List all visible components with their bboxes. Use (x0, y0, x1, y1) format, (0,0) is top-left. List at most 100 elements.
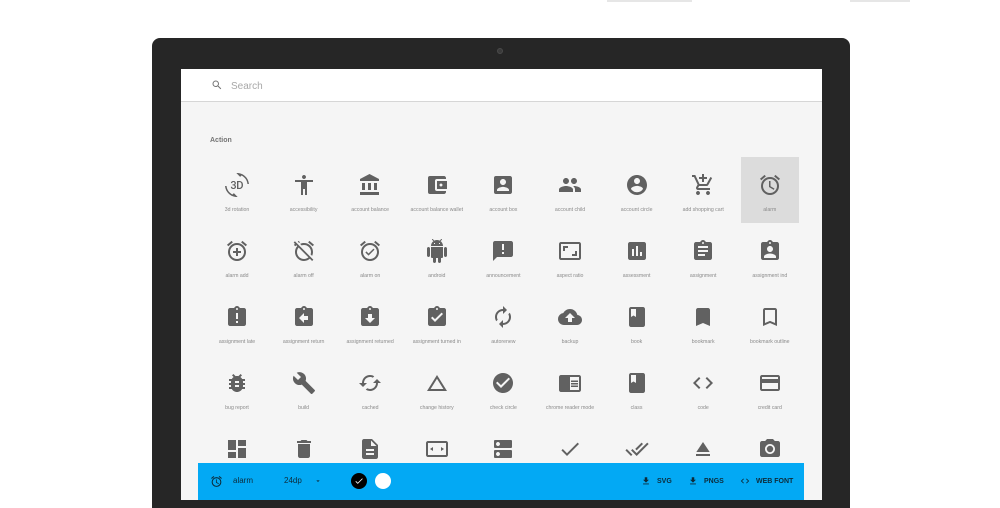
icon-tile[interactable]: alarm on (341, 223, 399, 289)
search-input[interactable] (231, 78, 531, 94)
caret-down-icon[interactable] (314, 477, 322, 485)
icon-tile[interactable]: add shopping cart (674, 157, 732, 223)
icon-tile[interactable]: class (608, 355, 666, 421)
icon-label: alarm (763, 207, 777, 213)
icon-tile[interactable]: announcement (474, 223, 532, 289)
icon-label: backup (561, 339, 579, 345)
icon-label: change history (419, 405, 454, 411)
icon-label: cached (361, 405, 379, 411)
android-icon (426, 239, 447, 263)
icon-tile[interactable]: account circle (608, 157, 666, 223)
credit-card-icon (759, 375, 780, 391)
delete-icon (296, 440, 311, 458)
done-icon (561, 442, 579, 456)
download-icon (643, 477, 649, 485)
size-select[interactable]: 24dp (284, 476, 302, 485)
eject-icon (696, 442, 711, 456)
announcement-icon (493, 241, 514, 261)
build-icon (292, 372, 315, 394)
icon-tile[interactable]: assignment ind (741, 223, 799, 289)
icon-label: alarm add (225, 273, 249, 279)
account-box-icon (494, 176, 513, 194)
icon-tile[interactable]: alarm (740, 157, 799, 223)
aspect-ratio-icon (559, 242, 581, 260)
dns-icon (425, 441, 448, 457)
icon-label: code (697, 405, 709, 411)
book-icon (628, 307, 645, 327)
dns-list-icon (494, 440, 513, 458)
alarm-icon (211, 476, 222, 487)
account-balance-icon (360, 174, 380, 195)
download-svg-button[interactable]: SVG (641, 474, 672, 488)
icon-label: account balance wallet (410, 207, 464, 213)
web-font-label: WEB FONT (756, 477, 794, 485)
icon-tile[interactable]: bookmark (674, 289, 732, 355)
icon-tile[interactable]: account balance wallet (408, 157, 466, 223)
add-shopping-cart-icon (692, 174, 713, 195)
search-bar (181, 69, 822, 102)
3d-rotation-icon (225, 173, 249, 197)
black-color-option[interactable] (351, 473, 367, 489)
icon-tile[interactable]: code (674, 355, 732, 421)
bookmark-icon (696, 308, 711, 326)
assignment-ind-icon (760, 240, 779, 260)
icon-label: credit card (757, 405, 782, 411)
icon-label: book (630, 339, 643, 345)
icon-tile[interactable]: assessment (608, 223, 666, 289)
backup-icon (558, 309, 582, 325)
icon-tile[interactable]: cached (341, 355, 399, 421)
icon-tile[interactable]: backup (541, 289, 599, 355)
web-font-button[interactable]: WEB FONT (740, 474, 793, 488)
icon-tile[interactable]: account balance (341, 157, 399, 223)
icon-tile[interactable]: alarm off (275, 223, 333, 289)
accessibility-icon (294, 175, 313, 195)
app-screen: Action 3d rotation accessibility account b… (181, 69, 822, 500)
icon-label: account box (489, 207, 518, 213)
white-color-option[interactable] (375, 473, 391, 489)
account-balance-wallet-icon (427, 176, 447, 194)
icon-tile[interactable]: account box (474, 157, 532, 223)
top-decor-line (850, 0, 910, 2)
assignment-turned-in-icon (427, 306, 446, 326)
icon-tile[interactable]: change history (408, 355, 466, 421)
change-history-icon (426, 375, 447, 391)
icon-tile[interactable]: account child (541, 157, 599, 223)
icon-tile[interactable]: aspect ratio (541, 223, 599, 289)
icon-label: bookmark (691, 339, 715, 345)
icon-tile[interactable]: build (275, 355, 333, 421)
account-child-icon (559, 178, 581, 192)
icon-tile[interactable]: chrome reader mode (541, 355, 599, 421)
icon-tile[interactable]: autorenew (474, 289, 532, 355)
icon-label: build (298, 405, 310, 411)
icon-label: assignment ind (752, 273, 788, 279)
account-circle-icon (626, 175, 647, 195)
icon-label: autorenew (491, 339, 516, 345)
svg-label: SVG (657, 477, 672, 485)
assignment-late-icon (228, 306, 246, 326)
icon-tile[interactable]: assignment (674, 223, 732, 289)
icon-tile[interactable]: check circle (474, 355, 532, 421)
icon-label: alarm off (293, 273, 314, 279)
code-icon (693, 377, 714, 389)
icon-tile[interactable]: bug report (208, 355, 266, 421)
icon-tile[interactable]: accessibility (275, 157, 333, 223)
icon-tile[interactable]: android (408, 223, 466, 289)
icon-tile[interactable]: 3d rotation (208, 157, 266, 223)
icon-label: assignment returned (346, 339, 394, 345)
icon-tile[interactable]: assignment turned in (408, 289, 466, 355)
icon-label: 3d rotation (224, 207, 250, 213)
assignment-returned-icon (361, 306, 380, 326)
bottom-bar: alarm 24dp SVG PNGS WEB FONT (198, 463, 804, 500)
icon-tile[interactable]: assignment return (275, 289, 333, 355)
icon-tile[interactable]: alarm add (208, 223, 266, 289)
section-title: Action (210, 137, 232, 144)
camera-icon (759, 439, 780, 457)
icon-tile[interactable]: bookmark outline (741, 289, 799, 355)
icon-tile[interactable]: assignment late (208, 289, 266, 355)
icon-tile[interactable]: assignment returned (341, 289, 399, 355)
search-icon[interactable] (211, 79, 223, 91)
icon-tile[interactable]: book (608, 289, 666, 355)
download-png-button[interactable]: PNGS (688, 474, 724, 488)
icon-tile[interactable]: credit card (741, 355, 799, 421)
cached-icon (359, 375, 382, 391)
